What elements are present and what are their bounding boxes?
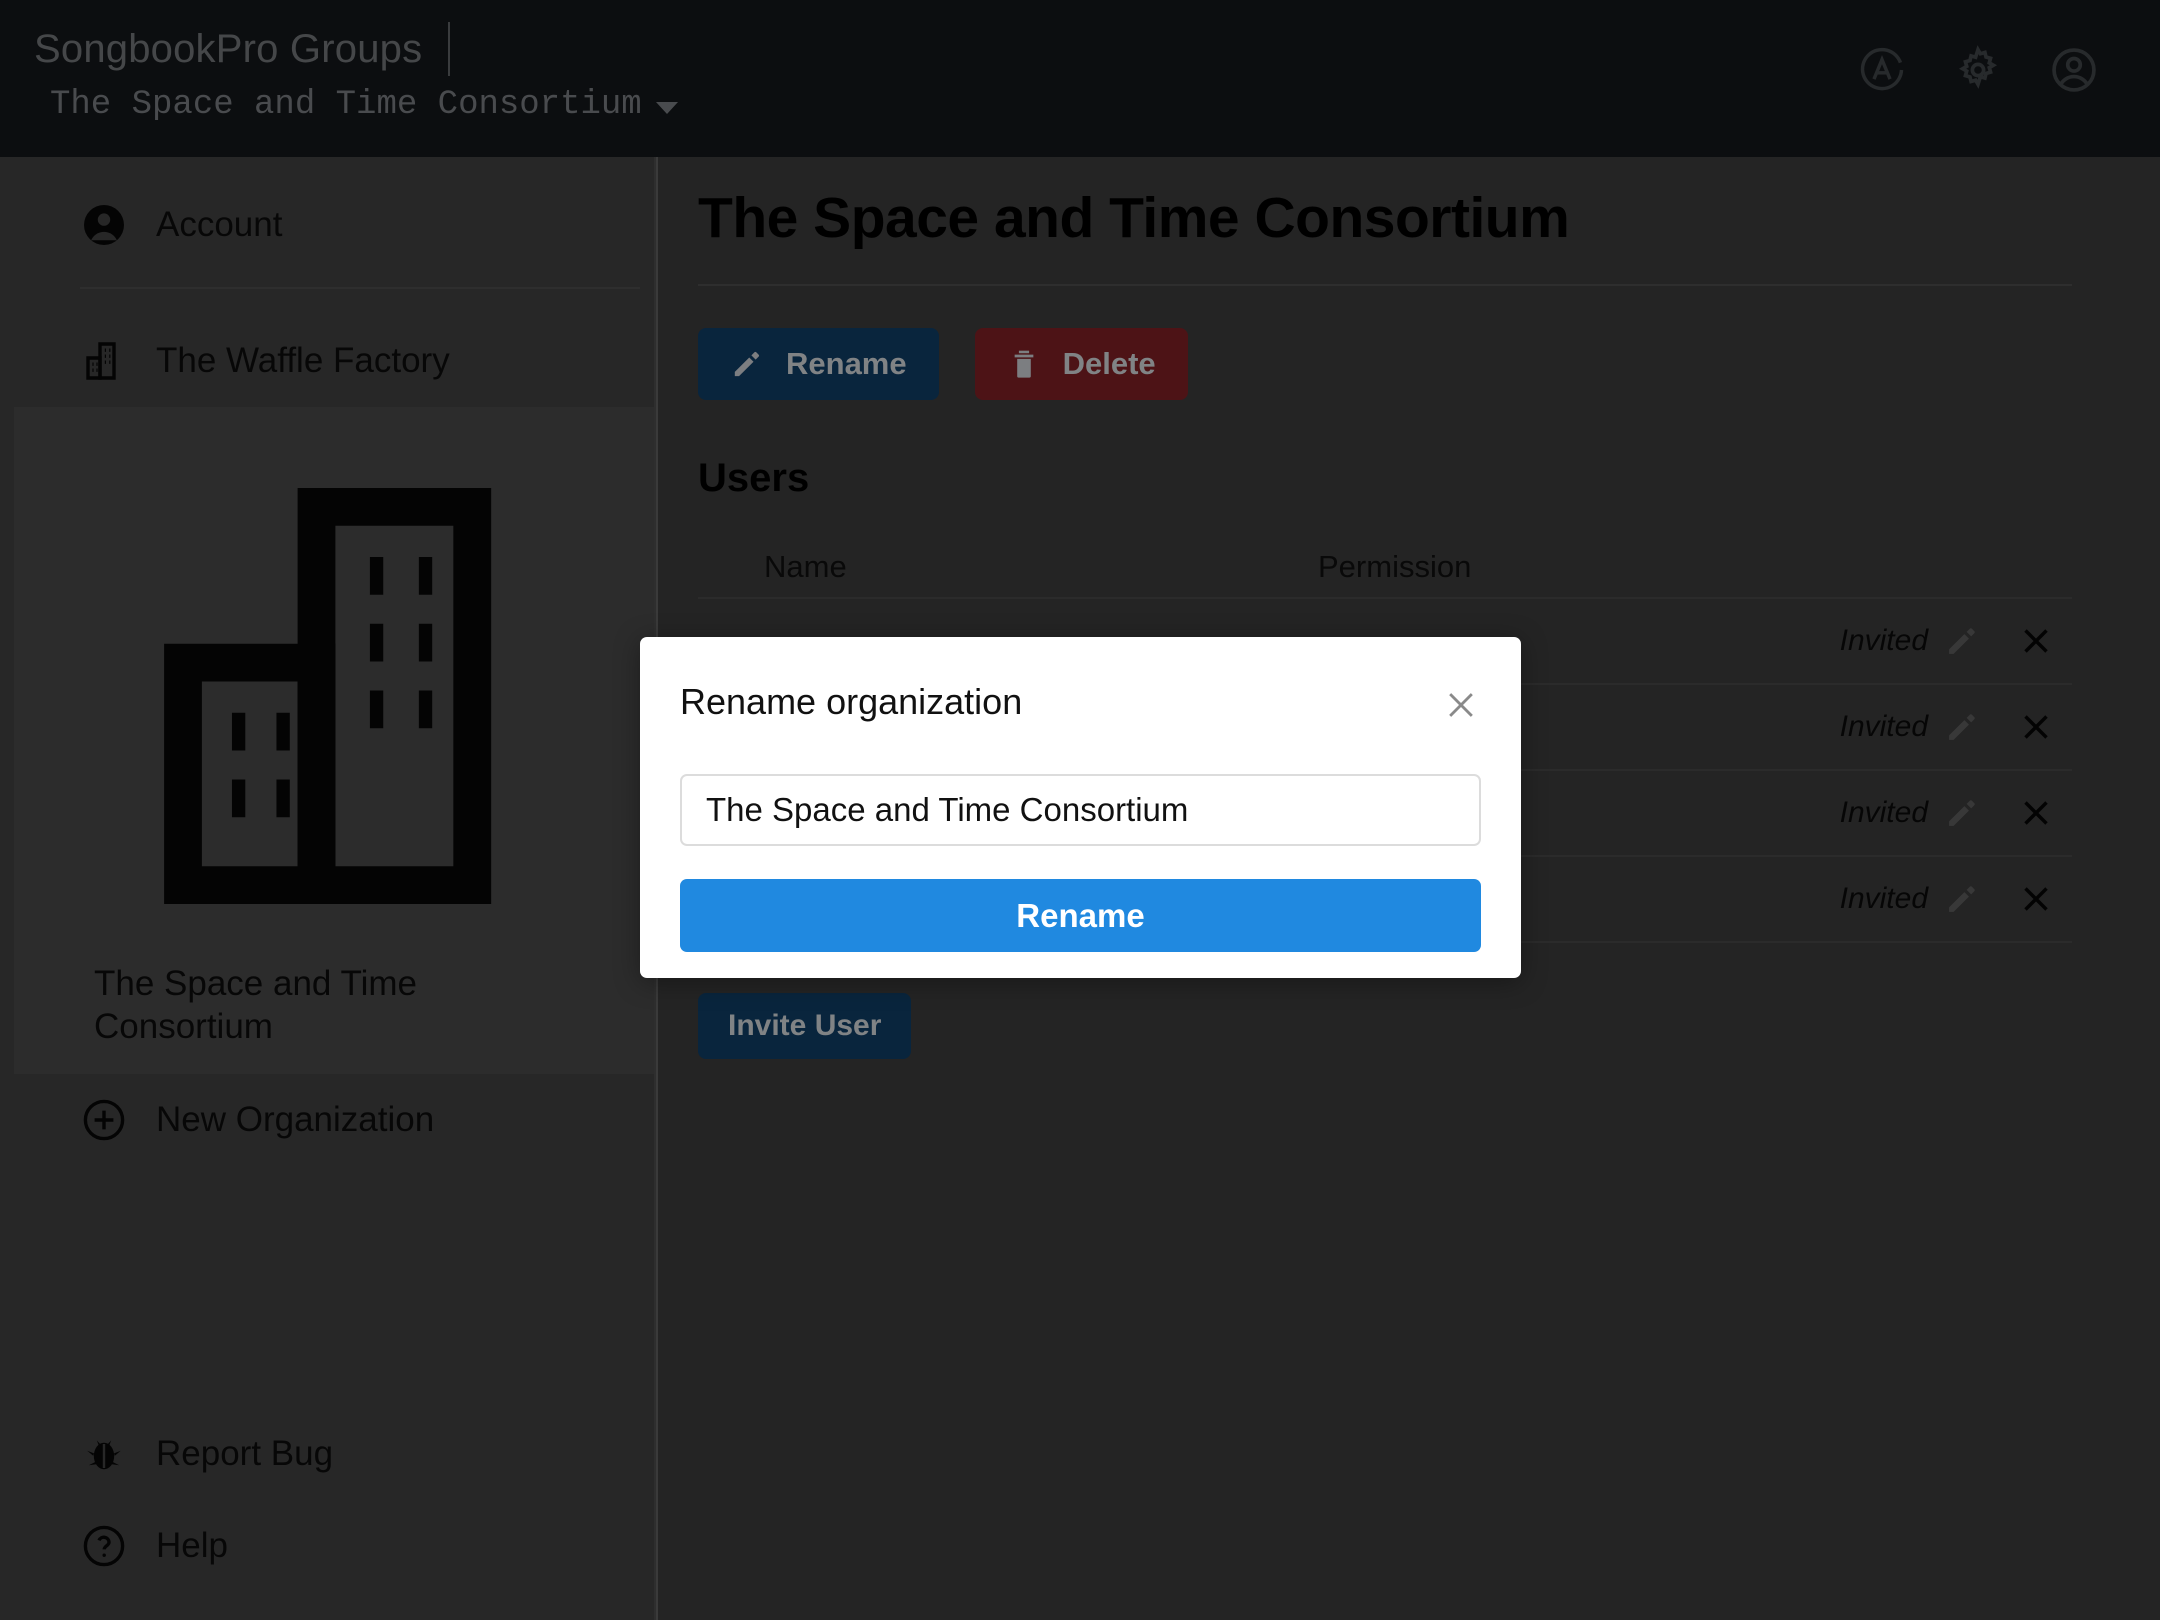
brand-divider bbox=[448, 22, 451, 76]
dialog-title: Rename organization bbox=[680, 681, 1023, 722]
users-section-title: Users bbox=[698, 456, 810, 500]
page-title: The Space and Time Consortium bbox=[698, 186, 1570, 250]
pencil-icon[interactable] bbox=[1944, 709, 1980, 745]
row-actions bbox=[1928, 623, 2072, 659]
close-x-icon[interactable] bbox=[1441, 685, 1481, 725]
dialog-rename-submit-button[interactable]: Rename bbox=[680, 879, 1481, 952]
sidebar-divider bbox=[80, 287, 640, 289]
rename-organization-dialog: Rename organization Rename bbox=[640, 637, 1521, 978]
gear-icon[interactable] bbox=[1952, 44, 2004, 96]
pencil-icon[interactable] bbox=[1944, 881, 1980, 917]
rename-organization-button[interactable]: Rename bbox=[698, 328, 939, 400]
close-x-icon[interactable] bbox=[2018, 795, 2054, 831]
chevron-down-icon bbox=[655, 102, 678, 114]
app-brand-title: SongbookPro Groups bbox=[34, 26, 423, 71]
person-circle-icon bbox=[80, 201, 128, 249]
sidebar-bottom-group: Report Bug Help bbox=[0, 1408, 654, 1592]
top-bar-left: SongbookPro Groups The Space and Time Co… bbox=[0, 0, 678, 124]
sidebar-top-group: Account The Waffle Factory The Space and… bbox=[0, 157, 654, 1166]
organization-building-icon bbox=[94, 429, 628, 963]
org-selector[interactable]: The Space and Time Consortium bbox=[50, 86, 678, 124]
sidebar-item-help[interactable]: Help bbox=[0, 1500, 654, 1592]
column-header-name: Name bbox=[764, 549, 847, 584]
sidebar-item-label: The Space and Time Consortium bbox=[94, 964, 417, 1046]
close-x-icon[interactable] bbox=[2018, 709, 2054, 745]
sidebar-item-label: Report Bug bbox=[156, 1433, 334, 1473]
sidebar-item-label: New Organization bbox=[156, 1100, 435, 1140]
org-selector-label: The Space and Time Consortium bbox=[50, 86, 642, 124]
delete-button-label: Delete bbox=[1062, 346, 1156, 381]
user-status-badge: Invited bbox=[1839, 882, 1928, 915]
table-header-row: Name Permission bbox=[698, 537, 2072, 599]
trash-icon bbox=[1007, 347, 1041, 381]
question-circle-icon bbox=[80, 1522, 128, 1570]
sidebar-item-account[interactable]: Account bbox=[0, 179, 654, 271]
row-actions bbox=[1928, 709, 2072, 745]
sidebar-item-label: Help bbox=[156, 1525, 228, 1565]
invite-user-button[interactable]: Invite User bbox=[698, 993, 912, 1059]
delete-organization-button[interactable]: Delete bbox=[974, 328, 1188, 400]
pencil-icon bbox=[730, 347, 764, 381]
circled-a-icon[interactable] bbox=[1856, 44, 1908, 96]
sidebar-item-the-space-and-time-consortium[interactable]: The Space and Time Consortium bbox=[14, 407, 654, 1075]
account-circle-icon[interactable] bbox=[2048, 44, 2100, 96]
top-bar-right bbox=[1856, 0, 2160, 96]
sidebar-item-report-bug[interactable]: Report Bug bbox=[0, 1408, 654, 1500]
top-bar: SongbookPro Groups The Space and Time Co… bbox=[0, 0, 2160, 157]
rename-button-label: Rename bbox=[786, 346, 907, 381]
close-x-icon[interactable] bbox=[2018, 623, 2054, 659]
sidebar-item-new-organization[interactable]: New Organization bbox=[0, 1074, 654, 1166]
column-header-permission: Permission bbox=[1318, 549, 1472, 584]
pencil-icon[interactable] bbox=[1944, 623, 1980, 659]
bug-icon bbox=[80, 1430, 128, 1478]
organization-name-input[interactable] bbox=[680, 774, 1481, 846]
sidebar-item-the-waffle-factory[interactable]: The Waffle Factory bbox=[0, 315, 654, 407]
sidebar-item-label: The Waffle Factory bbox=[156, 340, 450, 380]
user-status-badge: Invited bbox=[1839, 710, 1928, 743]
organization-action-row: Rename Delete bbox=[698, 328, 2072, 400]
user-status-badge: Invited bbox=[1839, 796, 1928, 829]
invite-user-row: Invite User bbox=[698, 993, 2072, 1059]
user-status-badge: Invited bbox=[1839, 624, 1928, 657]
organization-building-icon bbox=[80, 337, 128, 385]
pencil-icon[interactable] bbox=[1944, 795, 1980, 831]
brand-row: SongbookPro Groups bbox=[34, 22, 678, 76]
plus-circle-icon bbox=[80, 1096, 128, 1144]
title-divider bbox=[698, 284, 2072, 286]
dialog-header: Rename organization bbox=[680, 681, 1481, 725]
row-actions bbox=[1928, 881, 2072, 917]
sidebar-item-label: Account bbox=[156, 204, 283, 244]
sidebar: Account The Waffle Factory The Space and… bbox=[0, 157, 656, 1620]
row-actions bbox=[1928, 795, 2072, 831]
close-x-icon[interactable] bbox=[2018, 881, 2054, 917]
